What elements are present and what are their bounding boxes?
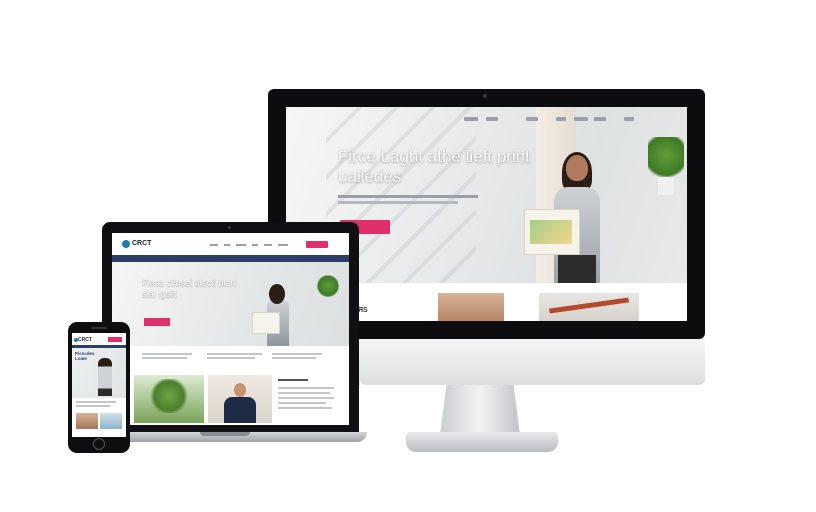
man-suit (224, 397, 256, 423)
desktop-nav-item[interactable] (624, 117, 634, 121)
laptop-text-line (272, 357, 316, 359)
laptop-secondary-nav-bar (112, 255, 349, 262)
laptop-nav-item[interactable] (252, 244, 258, 246)
laptop-side-text-line (278, 387, 334, 389)
laptop-text-line (142, 357, 187, 359)
desktop-thumbnail-furniture[interactable] (539, 293, 639, 321)
laptop-man-image[interactable] (208, 375, 272, 423)
laptop-side-text-line (278, 407, 332, 409)
laptop-header-button[interactable] (306, 241, 328, 248)
phone-header-button[interactable] (108, 337, 122, 342)
monitor-chin (360, 339, 705, 385)
laptop-text-line (272, 353, 322, 355)
laptop-notch (200, 432, 250, 436)
laptop-text-line (207, 353, 262, 355)
plant-graphic (317, 274, 339, 298)
desktop-nav-item[interactable] (574, 117, 588, 121)
art-board-painting (530, 220, 572, 244)
monitor-stand-foot (406, 432, 558, 452)
desktop-nav-item[interactable] (464, 117, 478, 121)
laptop-logo-icon (122, 240, 130, 248)
laptop-nav-item[interactable] (278, 244, 288, 246)
desktop-section-logo: ЯS (358, 307, 368, 314)
laptop-text-line (142, 353, 192, 355)
laptop-side-text-line (278, 397, 334, 399)
laptop-nav-item[interactable] (264, 244, 272, 246)
desktop-hero-title: Firce Laght athe lieft print ualledes (338, 147, 530, 186)
desktop-hero-subtitle-line (338, 195, 478, 198)
phone-speaker (91, 327, 107, 329)
laptop-hero-cta-button[interactable] (144, 318, 170, 326)
desktop-thumbnail-portrait[interactable] (438, 293, 504, 321)
desktop-nav-item[interactable] (594, 117, 606, 121)
person-face (566, 155, 588, 181)
phone-thumbnail[interactable] (76, 413, 98, 429)
phone-home-button[interactable] (93, 438, 105, 450)
laptop-tree-image[interactable] (134, 375, 204, 423)
desktop-nav-item[interactable] (526, 117, 538, 121)
laptop-nav-item[interactable] (236, 244, 246, 246)
desktop-hero-subtitle-line (338, 201, 458, 204)
laptop-site-logo[interactable]: CRCT (132, 240, 151, 248)
laptop-screen: CRCT Fiece ctiosel etecfl blert sial tgs… (112, 233, 349, 425)
laptop-side-text-line (278, 402, 326, 404)
desktop-nav-item[interactable] (556, 117, 566, 121)
man-face (234, 383, 246, 397)
art-board-image (524, 209, 580, 255)
phone-text-line (76, 401, 116, 403)
laptop-hero: Fiece ctiosel etecfl blert sial tgsiit (112, 262, 349, 346)
desktop-nav-item[interactable] (486, 117, 498, 121)
laptop-hero-person-hair (269, 284, 285, 304)
laptop-text-line (207, 357, 255, 359)
laptop-hero-title: Fiece ctiosel etecfl blert sial tgsiit (142, 278, 237, 299)
phone-hero: Picscdes Loate (72, 348, 126, 398)
laptop-camera (228, 226, 231, 229)
phone-thumbnail[interactable] (100, 413, 122, 429)
phone-screen: CRCT Picscdes Loate (72, 333, 126, 437)
monitor-camera (483, 94, 487, 98)
person-pants (558, 255, 596, 283)
plant-pot-graphic (658, 177, 674, 195)
laptop-art-board (252, 312, 280, 334)
phone-site-logo[interactable]: CRCT (78, 337, 92, 343)
laptop-nav-item[interactable] (224, 244, 230, 246)
monitor-stand-neck (440, 385, 520, 435)
laptop-side-text-line (278, 392, 330, 394)
furniture-graphic (549, 297, 629, 314)
laptop-nav-item[interactable] (210, 244, 218, 246)
tree-graphic (148, 379, 190, 413)
laptop-side-heading (278, 379, 308, 381)
phone-hero-person (98, 358, 112, 396)
phone-text-line (76, 405, 110, 407)
